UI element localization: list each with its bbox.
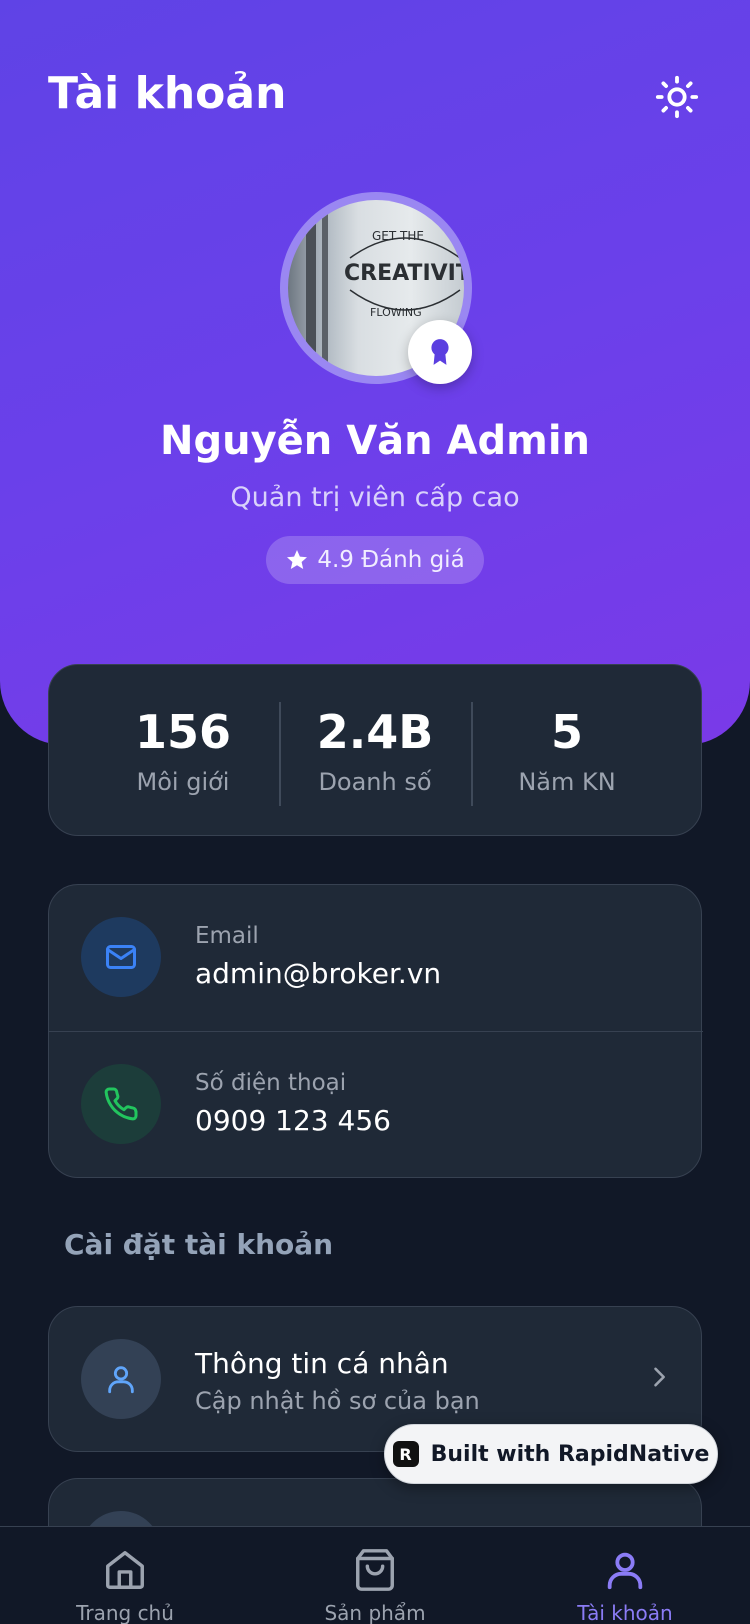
rapidnative-logo-icon: R xyxy=(392,1441,419,1467)
bottom-tab-bar: Trang chủ Sản phẩm Tài khoản xyxy=(0,1526,750,1624)
built-with-label: Built with RapidNative xyxy=(430,1441,710,1467)
email-icon-circle xyxy=(81,917,161,997)
stats-card: 156 Môi giới 2.4B Doanh số 5 Năm KN xyxy=(48,664,702,836)
stat-label: Môi giới xyxy=(136,768,230,796)
user-icon xyxy=(108,1366,134,1394)
chevron-right-icon xyxy=(654,1367,665,1387)
menu-icon-circle xyxy=(81,1339,161,1419)
stat-sales: 2.4B Doanh số xyxy=(279,702,471,806)
page-title: Tài khoản xyxy=(48,68,287,119)
stat-value: 5 xyxy=(550,705,583,759)
phone-icon-circle xyxy=(81,1064,161,1144)
tab-label: Trang chủ xyxy=(76,1601,174,1624)
award-icon xyxy=(431,339,449,365)
rating-badge: 4.9 Đánh giá xyxy=(266,536,484,584)
mail-icon xyxy=(106,945,136,969)
stat-brokers: 156 Môi giới xyxy=(87,704,279,796)
tab-home[interactable]: Trang chủ xyxy=(0,1545,250,1624)
star-icon xyxy=(287,550,308,569)
email-label: Email xyxy=(195,923,259,949)
stat-value: 2.4B xyxy=(316,705,434,759)
email-row[interactable]: Email admin@broker.vn xyxy=(49,885,703,1031)
svg-text:GET THE: GET THE xyxy=(372,229,424,243)
sun-icon xyxy=(655,75,699,119)
shopping-bag-icon xyxy=(356,1549,394,1591)
user-icon xyxy=(607,1552,643,1590)
phone-icon xyxy=(104,1087,138,1121)
theme-toggle-button[interactable] xyxy=(652,72,702,122)
menu-item-subtitle: Cập nhật hồ sơ của bạn xyxy=(195,1387,480,1415)
tab-account[interactable]: Tài khoản xyxy=(500,1545,750,1624)
email-value: admin@broker.vn xyxy=(195,957,442,990)
user-name: Nguyễn Văn Admin xyxy=(160,418,590,464)
tab-label: Tài khoản xyxy=(577,1601,673,1624)
phone-row[interactable]: Số điện thoại 0909 123 456 xyxy=(49,1031,703,1177)
verified-badge xyxy=(408,320,472,384)
contact-card: Email admin@broker.vn Số điện thoại 0909… xyxy=(48,884,703,1178)
home-icon xyxy=(106,1551,144,1589)
tab-label: Sản phẩm xyxy=(324,1601,426,1624)
rating-text: 4.9 Đánh giá xyxy=(317,547,465,573)
menu-item-title: Thông tin cá nhân xyxy=(195,1347,449,1380)
stat-value: 156 xyxy=(134,705,232,759)
settings-section-title: Cài đặt tài khoản xyxy=(64,1228,334,1261)
stat-label: Năm KN xyxy=(518,768,616,796)
built-with-badge[interactable]: R Built with RapidNative xyxy=(384,1424,718,1484)
phone-value: 0909 123 456 xyxy=(195,1104,391,1137)
svg-text:CREATIVIT: CREATIVIT xyxy=(344,261,464,286)
stat-experience: 5 Năm KN xyxy=(471,702,663,806)
phone-label: Số điện thoại xyxy=(195,1070,347,1096)
tab-products[interactable]: Sản phẩm xyxy=(250,1545,500,1624)
user-role: Quản trị viên cấp cao xyxy=(230,482,520,513)
svg-text:FLOWING: FLOWING xyxy=(370,306,422,319)
stat-label: Doanh số xyxy=(318,768,432,796)
